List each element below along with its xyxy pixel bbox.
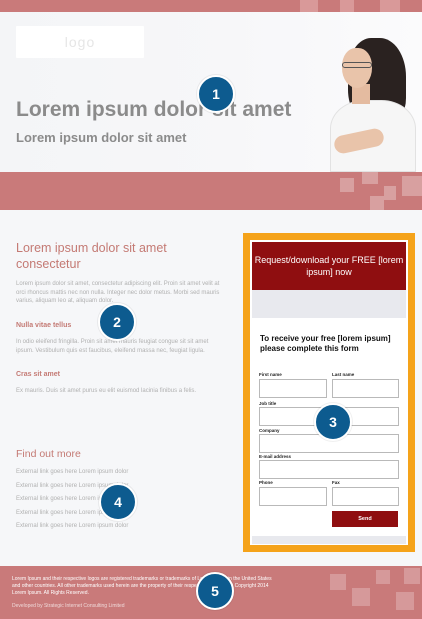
fax-field[interactable] [332,487,399,506]
callout-marker-4: 4 [99,483,137,521]
external-links-list: External link goes here Lorem ipsum dolo… [16,468,176,536]
form-header: Request/download your FREE [lorem ipsum]… [252,242,406,290]
intro-paragraph: Ex mauris. Duis sit amet purus eu elit e… [16,388,197,394]
find-more-heading: Find out more [16,448,81,460]
callout-marker-2: 2 [98,303,136,341]
request-form-frame: Request/download your FREE [lorem ipsum]… [243,233,415,552]
logo-text: logo [64,34,96,50]
pixel-decoration [384,186,396,200]
section-subheading: Nulla vitae tellus [16,322,72,329]
footer-legal-text: Lorem Ipsum and their respective logos a… [12,576,272,596]
form-header-spacer [252,290,406,318]
email-label: E-mail address [259,454,292,459]
main-content: Lorem ipsum dolor sit amet consectetur L… [0,210,422,566]
pixel-decoration [362,172,378,184]
external-link[interactable]: External link goes here Lorem ipsum dolo… [16,509,176,523]
pixel-decoration [300,0,318,12]
fax-label: Fax [332,480,340,485]
external-link[interactable]: External link goes here Lorem ipsum dolo… [16,468,176,482]
pixel-decoration [352,588,370,606]
pixel-decoration [380,0,400,12]
request-form: Request/download your FREE [lorem ipsum]… [250,240,408,545]
section-subheading: Cras sit amet [16,371,60,378]
intro-heading: Lorem ipsum dolor sit amet consectetur [16,241,167,271]
external-link[interactable]: External link goes here Lorem ipsum dolo… [16,495,176,509]
first-name-label: First name [259,372,282,377]
last-name-field[interactable] [332,379,399,398]
external-link[interactable]: External link goes here Lorem ipsum dolo… [16,522,176,536]
footer-developer-link[interactable]: Developed by Strategic Internet Consulti… [12,603,125,609]
logo-placeholder[interactable]: logo [16,26,144,58]
callout-marker-3: 3 [314,403,352,441]
pixel-decoration [404,568,420,584]
pixel-decoration [370,196,384,210]
form-intro-text: To receive your free [lorem ipsum] pleas… [260,334,391,353]
phone-field[interactable] [259,487,327,506]
pixel-decoration [396,592,414,610]
send-button[interactable]: Send [332,511,398,527]
email-field[interactable] [259,460,399,479]
top-accent-strip [0,0,422,12]
pixel-decoration [330,574,346,590]
pixel-decoration [376,570,390,584]
hero-subtitle: Lorem ipsum dolor sit amet [16,130,187,145]
callout-marker-5: 5 [196,572,234,610]
intro-paragraph: Lorem ipsum dolor sit amet, consectetur … [16,281,220,304]
pixel-decoration [340,0,354,12]
decorative-band [0,172,422,210]
hero-title: Lorem ipsum dolor sit amet [16,98,292,121]
portrait-glasses [342,62,372,68]
first-name-field[interactable] [259,379,327,398]
pixel-decoration [340,178,354,192]
callout-marker-1: 1 [197,75,235,113]
phone-label: Phone [259,480,273,485]
external-link[interactable]: External link goes here Lorem ipsum dolo… [16,482,176,496]
pixel-decoration [402,176,422,196]
job-title-label: Job title [259,401,277,406]
last-name-label: Last name [332,372,355,377]
form-footer-spacer [252,536,406,544]
company-label: Company [259,428,280,433]
woman-portrait-image [312,12,422,172]
portrait-face [342,48,372,88]
